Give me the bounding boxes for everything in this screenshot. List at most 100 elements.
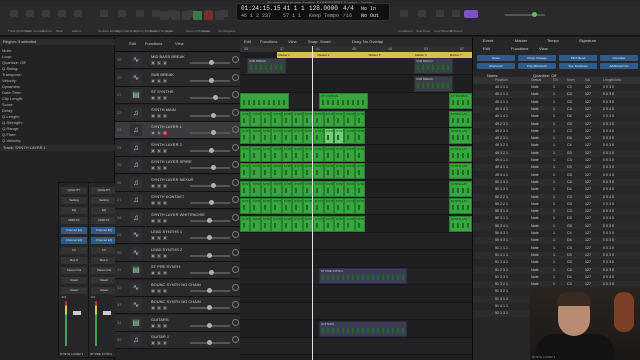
track-name[interactable]: SYNTH KONTAKT bbox=[151, 194, 184, 199]
track-volume-slider[interactable] bbox=[190, 252, 230, 258]
region[interactable]: SYNTH LAY bbox=[333, 163, 345, 179]
track-volume-knob[interactable] bbox=[211, 112, 216, 118]
region[interactable]: SYNTH LAY bbox=[344, 198, 355, 214]
pan-knob[interactable] bbox=[232, 266, 239, 273]
tracks-functions-menu[interactable]: Functions bbox=[145, 41, 162, 46]
lcd-display[interactable]: 01:24:15.15 46 1 2 237 41 1 1 57 1 1 128… bbox=[236, 3, 390, 21]
strip-slot[interactable]: Bus 6 bbox=[61, 257, 87, 264]
stop-button[interactable] bbox=[182, 11, 191, 20]
solo-button[interactable]: S bbox=[157, 201, 161, 205]
region[interactable]: SYNTH LAY bbox=[354, 180, 366, 197]
track-volume-slider[interactable] bbox=[190, 305, 230, 310]
region[interactable]: SYNTH LAY bbox=[240, 198, 251, 214]
region-param[interactable]: Quantize: Off bbox=[2, 60, 26, 65]
cycle-button[interactable] bbox=[215, 11, 224, 20]
mute-button[interactable]: M bbox=[151, 183, 155, 188]
record-button[interactable]: R bbox=[163, 323, 167, 328]
track-name[interactable]: LEAD SYNTHS 2 bbox=[151, 247, 182, 252]
solo-button[interactable]: S bbox=[157, 131, 161, 135]
mute-button[interactable]: M bbox=[151, 78, 155, 83]
mute-button[interactable]: M bbox=[151, 61, 155, 65]
region[interactable]: GUITARS bbox=[318, 320, 408, 337]
mute-button[interactable]: M bbox=[151, 236, 155, 240]
region[interactable]: SYNTH LAY bbox=[344, 128, 355, 144]
track-volume-knob[interactable] bbox=[207, 322, 212, 328]
track-volume-knob[interactable] bbox=[209, 60, 214, 65]
region[interactable]: SYNTH LAY bbox=[240, 215, 251, 232]
record-button[interactable]: R bbox=[163, 166, 167, 170]
editor-menu[interactable]: Edit bbox=[483, 46, 490, 51]
region[interactable]: SYNTH LAY bbox=[281, 163, 293, 179]
master-volume-slider[interactable] bbox=[505, 12, 545, 17]
track-name[interactable]: SUB BREAK bbox=[151, 72, 174, 77]
event-row[interactable]: 49 1 1 1 Note 1 D3 127 0 0 3 0 bbox=[473, 91, 640, 99]
track-header[interactable]: 28 ♫ SYNTH LAYER WHITENOISE M S R bbox=[115, 209, 240, 227]
strip-slot[interactable]: FX bbox=[91, 247, 117, 254]
region[interactable]: ST SYNTHS bbox=[318, 93, 368, 109]
region[interactable]: SYNTH LAY bbox=[260, 110, 272, 127]
pan-knob[interactable] bbox=[232, 248, 239, 256]
region[interactable]: SYNTH LAY bbox=[260, 145, 272, 162]
track-name[interactable]: SYNTH LAYER SPIRE bbox=[151, 159, 192, 164]
strip-slot[interactable]: MIDI FX bbox=[61, 217, 87, 224]
region[interactable]: SYNTH LAY bbox=[281, 215, 293, 232]
record-button[interactable]: R bbox=[163, 218, 167, 223]
track-header[interactable]: 25 ♫ SYNTH LAYER SPIRE M S R bbox=[115, 157, 240, 174]
master-volume-knob[interactable] bbox=[532, 12, 537, 17]
region[interactable]: SYNTH LAY bbox=[271, 128, 282, 144]
region[interactable]: SYNTH LAY bbox=[292, 110, 303, 127]
event-filter-button[interactable]: Additional Info bbox=[600, 63, 638, 69]
mute-button[interactable]: M bbox=[151, 113, 155, 118]
strip-slot[interactable]: Channel EQ bbox=[91, 227, 117, 234]
region[interactable]: SYNTH LAY bbox=[313, 198, 324, 214]
editor-menu[interactable]: Functions bbox=[511, 46, 528, 51]
solo-button[interactable]: S bbox=[157, 306, 161, 310]
solo-button[interactable]: S bbox=[157, 323, 161, 328]
track-volume-slider[interactable] bbox=[190, 340, 230, 345]
track-header[interactable]: 20 ∿ SUB BREAK M S R bbox=[115, 69, 240, 87]
event-row[interactable]: 51 2 3 1 Note 1 D4 127 0 0 3 0 bbox=[473, 274, 640, 281]
track-header[interactable]: 24 ♫ SYNTH LAYER 2MSR bbox=[115, 139, 240, 157]
solo-button[interactable]: S bbox=[157, 218, 161, 223]
pan-knob[interactable] bbox=[232, 56, 239, 63]
solo-button[interactable]: S bbox=[157, 61, 161, 65]
region[interactable]: SYNTH LAY bbox=[344, 180, 355, 197]
record-button[interactable] bbox=[204, 11, 213, 20]
region[interactable]: SYNTH LAY bbox=[313, 163, 324, 179]
record-button[interactable]: R bbox=[163, 288, 167, 293]
event-row[interactable]: 49 2 3 1 Note 1 D3 127 0 0 3 0 bbox=[473, 135, 640, 143]
region[interactable]: SYNTH LAY bbox=[250, 163, 261, 179]
region[interactable]: SYNTH LAY bbox=[344, 110, 355, 127]
region[interactable]: SYNTH LAY bbox=[333, 110, 345, 127]
event-row[interactable]: 50 1 3 1 Note 1 D4 127 0 0 3 0 bbox=[473, 186, 640, 193]
record-button[interactable]: R bbox=[163, 78, 167, 83]
mute-button[interactable]: M bbox=[151, 306, 155, 310]
region[interactable]: SYNTH LAY bbox=[313, 180, 324, 197]
arrange-area[interactable]: Edit Functions View Snap: Smart Drag: No… bbox=[240, 37, 472, 360]
track-header[interactable]: 33 ∿ BOUNC SYNTH NO CHAIN M S R bbox=[115, 297, 240, 314]
solo-button[interactable]: S bbox=[157, 271, 161, 275]
pan-knob[interactable] bbox=[232, 161, 239, 168]
editor-tab[interactable]: Marker bbox=[515, 38, 527, 43]
track-name[interactable]: SYNTH MAIN bbox=[151, 107, 176, 112]
track-header[interactable]: 23 ♫ SYNTH LAYER 1 MSR bbox=[115, 122, 240, 139]
event-row[interactable]: 49 2 3 1 Note 1 G3 127 0 0 3 0 bbox=[473, 120, 640, 128]
pan-knob[interactable] bbox=[232, 91, 239, 98]
strip-slot[interactable]: Stereo Out bbox=[91, 267, 117, 274]
track-volume-knob[interactable] bbox=[209, 77, 214, 83]
region[interactable]: SYNTH LAY bbox=[333, 198, 345, 214]
track-lane[interactable] bbox=[240, 233, 472, 250]
pan-knob[interactable] bbox=[232, 213, 239, 221]
region[interactable]: SYNTH LAY bbox=[354, 163, 366, 179]
solo-button[interactable]: S bbox=[157, 341, 161, 345]
track-volume-knob[interactable] bbox=[209, 200, 214, 205]
track-name[interactable]: ST PRE SYNTH bbox=[151, 264, 180, 269]
arrange-edit-menu[interactable]: Edit bbox=[244, 39, 251, 44]
region[interactable]: SYNTH LAY bbox=[292, 215, 303, 232]
region[interactable]: SYNTH LAY bbox=[323, 215, 334, 232]
region[interactable]: SYNTH LAY bbox=[281, 110, 293, 127]
track-volume-slider[interactable] bbox=[190, 287, 230, 293]
region[interactable]: SYNTH LAY bbox=[333, 180, 345, 197]
solo-button[interactable]: S bbox=[157, 288, 161, 293]
arrange-functions-menu[interactable]: Functions bbox=[260, 39, 277, 44]
